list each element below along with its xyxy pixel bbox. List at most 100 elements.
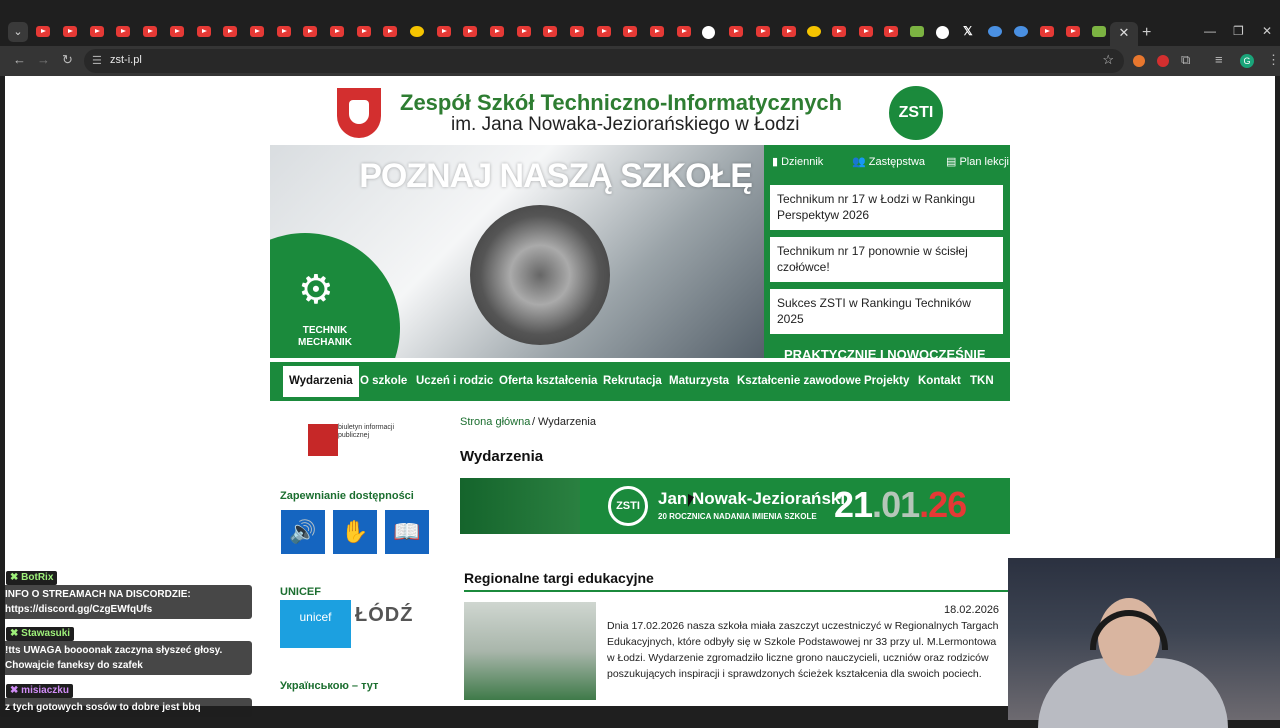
active-tab-close-button[interactable]: ✕ (1110, 22, 1138, 46)
audio-accessibility-icon[interactable]: 🔊 (281, 510, 325, 554)
news-card[interactable]: Sukces ZSTI w Rankingu Techników 2025 (770, 289, 1003, 334)
nav-item-tkn[interactable]: TKN (970, 375, 994, 387)
nav-item-recruitment[interactable]: Rekrutacja (603, 375, 662, 387)
school-name[interactable]: Zespół Szkół Techniczno-Informatycznych (400, 90, 842, 116)
site-tab-icon[interactable] (988, 26, 1002, 37)
breadcrumb-separator: / (532, 416, 536, 428)
youtube-tab-icon[interactable] (170, 26, 184, 37)
site-tab-icon[interactable] (807, 26, 821, 37)
news-card[interactable]: Technikum nr 17 ponownie w ścisłej czołó… (770, 237, 1003, 282)
youtube-tab-icon[interactable] (1066, 26, 1080, 37)
youtube-tab-icon[interactable] (197, 26, 211, 37)
bip-logo[interactable] (308, 424, 338, 456)
site-tab-icon[interactable] (410, 26, 424, 37)
youtube-tab-icon[interactable] (782, 26, 796, 37)
youtube-tab-icon[interactable] (859, 26, 873, 37)
youtube-tab-icon[interactable] (143, 26, 157, 37)
url-text[interactable]: zst-i.pl (110, 54, 142, 66)
extension-icon[interactable] (1157, 55, 1169, 67)
youtube-tab-icon[interactable] (277, 26, 291, 37)
youtube-tab-icon[interactable] (677, 26, 691, 37)
restore-button[interactable]: ❐ (1233, 24, 1244, 38)
steam-tab-icon[interactable] (1014, 26, 1028, 37)
youtube-tab-icon[interactable] (832, 26, 846, 37)
back-icon[interactable]: ← (13, 52, 26, 67)
youtube-tab-icon[interactable] (303, 26, 317, 37)
reload-icon[interactable]: ↻ (62, 52, 73, 68)
youtube-tab-icon[interactable] (250, 26, 264, 37)
nav-item-offer[interactable]: Oferta kształcenia (499, 375, 597, 387)
lodz-logo[interactable]: ŁÓDŹ (355, 604, 413, 627)
youtube-tab-icon[interactable] (463, 26, 477, 37)
youtube-tab-icon[interactable] (623, 26, 637, 37)
minimize-button[interactable]: — (1204, 24, 1216, 38)
banner-date: 21.01.26 (834, 484, 967, 525)
substitutions-link[interactable]: 👥 Zastępstwa (852, 155, 925, 168)
new-tab-button[interactable]: + (1142, 24, 1151, 42)
site-tab-icon[interactable] (910, 26, 924, 37)
site-tab-icon[interactable] (884, 26, 898, 37)
accessibility-heading: Zapewnianie dostępności (280, 490, 414, 502)
timetable-link-label: Plan lekcji (959, 156, 1009, 168)
close-window-button[interactable]: ✕ (1262, 24, 1272, 38)
timetable-link[interactable]: ▤ Plan lekcji (946, 155, 1009, 168)
youtube-tab-icon[interactable] (223, 26, 237, 37)
youtube-tab-icon[interactable] (543, 26, 557, 37)
school-patron[interactable]: im. Jana Nowaka-Jeziorańskiego w Łodzi (451, 114, 800, 136)
breadcrumb-home[interactable]: Strona główna (460, 416, 530, 428)
menu-icon[interactable]: ⋮ (1267, 52, 1280, 68)
nav-item-projects[interactable]: Projekty (864, 375, 909, 387)
youtube-tab-icon[interactable] (756, 26, 770, 37)
zsti-logo[interactable]: ZSTI (889, 86, 943, 140)
google-tab-icon[interactable] (936, 26, 949, 39)
youtube-tab-icon[interactable] (1040, 26, 1054, 37)
youtube-tab-icon[interactable] (116, 26, 130, 37)
banner-date-day: 21 (834, 484, 873, 525)
url-field[interactable]: ☰ zst-i.pl ☆ (84, 49, 1124, 73)
news-card[interactable]: Technikum nr 17 w Łodzi w Rankingu Persp… (770, 185, 1003, 230)
nav-item-about[interactable]: O szkole (360, 375, 407, 387)
substitutions-link-label: Zastępstwa (868, 156, 926, 168)
youtube-tab-icon[interactable] (650, 26, 664, 37)
nav-item-vocational[interactable]: Kształcenie zawodowe (737, 375, 861, 387)
page-title: Wydarzenia (460, 448, 544, 465)
nav-item-student-parent[interactable]: Uczeń i rodzic (416, 375, 493, 387)
youtube-tab-icon[interactable] (383, 26, 397, 37)
youtube-tab-icon[interactable] (330, 26, 344, 37)
youtube-tab-icon[interactable] (63, 26, 77, 37)
article-thumbnail[interactable] (464, 602, 596, 700)
site-tab-icon[interactable] (1092, 26, 1106, 37)
article-divider (464, 590, 1008, 592)
easy-read-icon[interactable]: 📖 (385, 510, 429, 554)
unicef-logo[interactable]: unicef (280, 600, 351, 648)
sign-language-icon[interactable]: ✋ (333, 510, 377, 554)
youtube-tab-icon[interactable] (570, 26, 584, 37)
bip-label[interactable]: biuletyn informacji publicznej (338, 424, 408, 440)
youtube-tab-icon[interactable] (357, 26, 371, 37)
nav-item-events[interactable]: Wydarzenia (283, 366, 359, 397)
forward-icon[interactable]: → (37, 52, 50, 67)
bookmark-star-icon[interactable]: ☆ (1102, 52, 1114, 68)
youtube-tab-icon[interactable] (729, 26, 743, 37)
hero-banner[interactable]: POZNAJ NASZĄ SZKOŁĘ ⚙ TECHNIK MECHANIK (270, 145, 764, 358)
anniversary-banner[interactable]: ZSTI Jan Nowak-Jeziorański 20 ROCZNICA N… (460, 478, 1010, 534)
journal-link[interactable]: ▮ Dziennik (772, 155, 823, 168)
youtube-tab-icon[interactable] (517, 26, 531, 37)
youtube-tab-icon[interactable] (490, 26, 504, 37)
extensions-puzzle-icon[interactable]: ⧉ (1181, 52, 1190, 68)
extension-icon[interactable] (1133, 55, 1145, 67)
youtube-tab-icon[interactable] (597, 26, 611, 37)
article-title[interactable]: Regionalne targi edukacyjne (464, 570, 654, 586)
youtube-tab-icon[interactable] (90, 26, 104, 37)
site-info-icon[interactable]: ☰ (92, 54, 102, 67)
tab-groups-icon[interactable]: ≡ (1215, 52, 1223, 67)
youtube-tab-icon[interactable] (437, 26, 451, 37)
x-tab-icon[interactable]: 𝕏 (963, 25, 977, 37)
ukrainian-heading[interactable]: Українською – тут (280, 680, 378, 692)
nav-item-graduate[interactable]: Maturzysta (669, 375, 729, 387)
youtube-tab-icon[interactable] (36, 26, 50, 37)
nav-item-contact[interactable]: Kontakt (918, 375, 961, 387)
tab-search-dropdown[interactable]: ⌄ (8, 22, 28, 42)
profile-avatar[interactable]: G (1240, 54, 1254, 68)
google-tab-icon[interactable] (702, 26, 715, 39)
